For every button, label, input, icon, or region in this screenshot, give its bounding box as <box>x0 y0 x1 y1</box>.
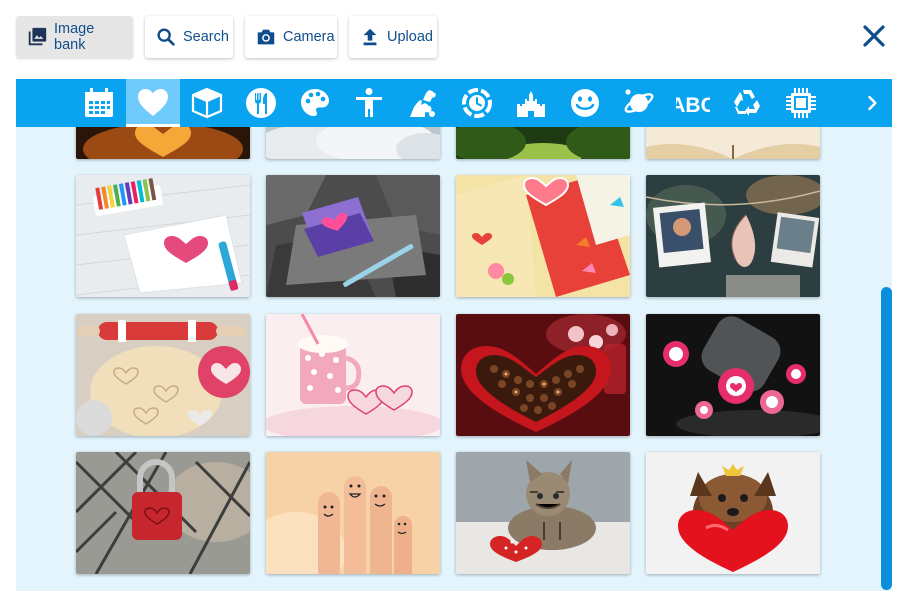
image-thumb-open-book[interactable] <box>646 127 820 159</box>
person-icon <box>356 88 382 117</box>
image-thumb-finger-faces[interactable] <box>266 452 440 574</box>
planet-icon <box>624 89 654 113</box>
image-thumb-forest[interactable] <box>456 127 630 159</box>
search-icon <box>157 28 175 46</box>
image-bank-icon <box>28 27 47 46</box>
recycle-icon <box>734 90 760 116</box>
image-thumb-padlock-on-fence[interactable] <box>76 452 250 574</box>
category-food[interactable] <box>234 79 288 127</box>
category-next-button[interactable] <box>852 79 892 127</box>
search-label: Search <box>183 29 229 45</box>
close-icon[interactable] <box>858 20 890 52</box>
upload-icon <box>363 28 377 46</box>
image-thumb-cookie-dough-hearts[interactable] <box>76 314 250 436</box>
animals-icon <box>410 90 436 117</box>
image-bank-label: Image bank <box>54 21 95 53</box>
image-thumb-clouds[interactable] <box>266 127 440 159</box>
category-letters[interactable]: ABC <box>666 79 720 127</box>
image-thumb-valentine-cards[interactable] <box>456 175 630 297</box>
category-time[interactable] <box>450 79 504 127</box>
chevron-right-icon <box>868 95 877 111</box>
image-thumb-cocoa-mug-cookies[interactable] <box>266 314 440 436</box>
cookie-dough-hearts-image <box>76 314 250 436</box>
valentine-cards-image <box>456 175 630 297</box>
clouds-image <box>266 127 440 159</box>
crayon-heart-drawing-image <box>76 175 250 297</box>
heart-icon <box>138 89 168 116</box>
toolbar: Image bank Search Camera Upload <box>0 0 906 76</box>
abc-icon-text: ABC <box>676 94 710 117</box>
category-people[interactable] <box>342 79 396 127</box>
image-thumb-pumpkin-heart[interactable] <box>76 127 250 159</box>
image-thumb-heart-diary-on-rock[interactable] <box>266 175 440 297</box>
box-icon <box>191 87 223 119</box>
image-thumb-heart-candies-jar[interactable] <box>646 314 820 436</box>
category-art[interactable] <box>288 79 342 127</box>
globe-clock-icon <box>462 88 492 118</box>
heart-diary-on-rock-image <box>266 175 440 297</box>
photos-on-line-image <box>646 175 820 297</box>
search-button[interactable]: Search <box>145 16 233 58</box>
camera-icon <box>257 29 275 45</box>
camera-button[interactable]: Camera <box>245 16 337 58</box>
abc-icon: ABC <box>676 94 710 117</box>
pumpkin-heart-image <box>76 127 250 159</box>
category-calendar[interactable] <box>72 79 126 127</box>
heart-chocolate-box-image <box>456 314 630 436</box>
padlock-on-fence-image <box>76 452 250 574</box>
kitten-with-heart-pillow-image <box>456 452 630 574</box>
upload-label: Upload <box>387 29 433 45</box>
gallery-scrollbar-thumb[interactable] <box>881 287 892 590</box>
castle-icon <box>517 91 545 117</box>
category-places[interactable] <box>504 79 558 127</box>
cutlery-icon <box>246 88 276 118</box>
category-recycling[interactable] <box>720 79 774 127</box>
upload-button[interactable]: Upload <box>349 16 437 58</box>
finger-faces-image <box>266 452 440 574</box>
image-thumb-heart-chocolate-box[interactable] <box>456 314 630 436</box>
cocoa-mug-cookies-image <box>266 314 440 436</box>
image-gallery <box>16 127 892 591</box>
heart-candies-jar-image <box>646 314 820 436</box>
category-technology[interactable] <box>774 79 828 127</box>
image-bank-button[interactable]: Image bank <box>16 16 133 58</box>
image-thumb-dog-with-heart-pillow[interactable] <box>646 452 820 574</box>
image-thumb-kitten-with-heart-pillow[interactable] <box>456 452 630 574</box>
category-objects[interactable] <box>180 79 234 127</box>
chip-icon <box>786 88 816 118</box>
dog-with-heart-pillow-image <box>646 452 820 574</box>
palette-icon <box>301 89 329 116</box>
image-thumb-photos-on-line[interactable] <box>646 175 820 297</box>
category-animals[interactable] <box>396 79 450 127</box>
category-bar: ABC <box>16 79 892 127</box>
camera-label: Camera <box>283 29 335 45</box>
open-book-image <box>646 127 820 159</box>
category-space[interactable] <box>612 79 666 127</box>
forest-image <box>456 127 630 159</box>
category-love[interactable] <box>126 79 180 127</box>
image-thumb-crayon-heart-drawing[interactable] <box>76 175 250 297</box>
calendar-icon <box>85 88 113 117</box>
smiley-icon <box>571 89 599 117</box>
category-emotions[interactable] <box>558 79 612 127</box>
